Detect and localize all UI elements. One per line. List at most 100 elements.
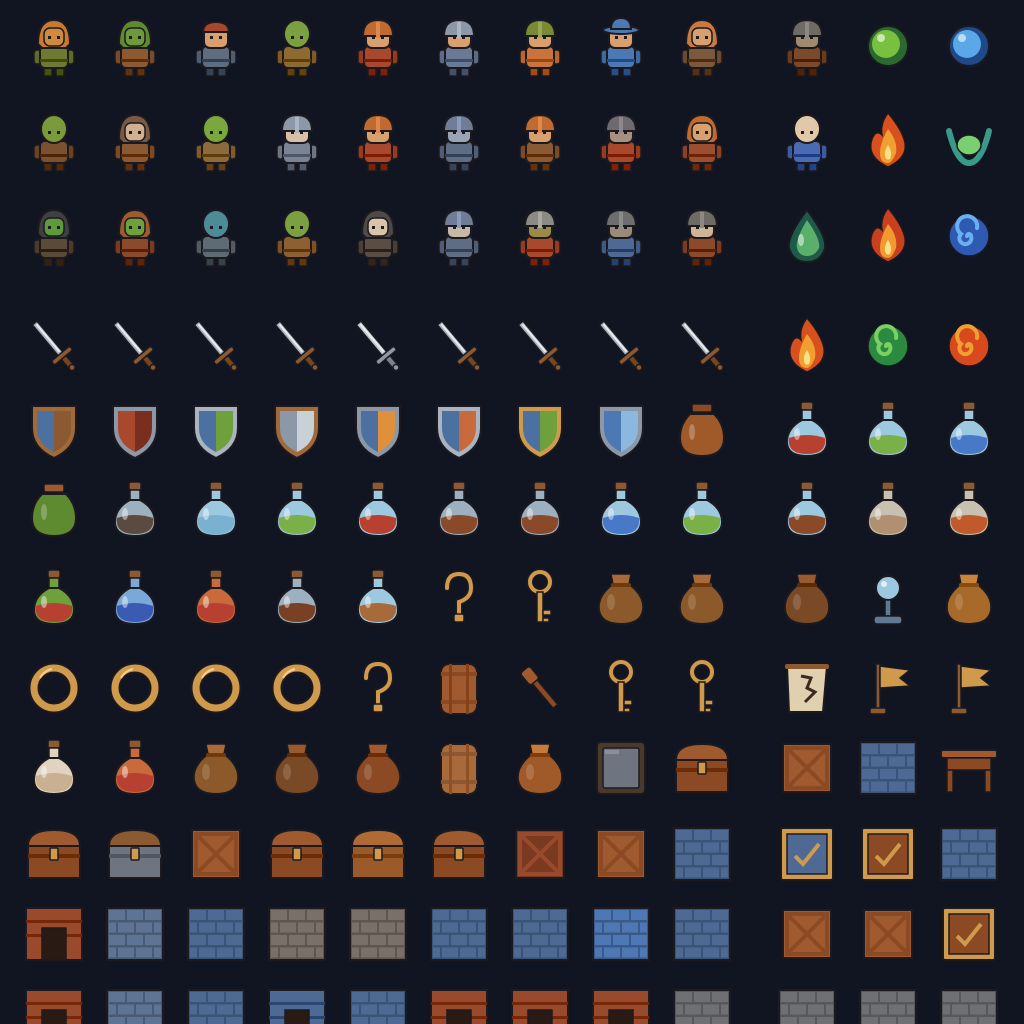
characters-row-2-hero-icon <box>346 109 410 173</box>
chests-row-bricks-icon <box>937 822 1001 886</box>
characters-row-1-hero-icon <box>508 14 572 78</box>
tiles-row-1-bricks-icon <box>427 902 491 966</box>
chests-row-chest-icon <box>427 822 491 886</box>
chests-row-bricks-icon <box>670 822 734 886</box>
tiles-row-2-bricks-icon <box>775 984 839 1024</box>
shields-row-flask-icon <box>856 398 920 462</box>
weapons-row-swirl-icon <box>937 314 1001 378</box>
characters-row-1-orb-icon <box>856 14 920 78</box>
potions-row-2-hook-icon <box>427 566 491 630</box>
potions-row-2-flask-icon <box>184 566 248 630</box>
tiles-row-1-bricks-icon <box>265 902 329 966</box>
characters-row-2-hero-icon <box>103 109 167 173</box>
tiles-row-1-bricks-icon <box>103 902 167 966</box>
potions-row-1-flask-icon <box>937 478 1001 542</box>
tiles-row-1-doorway-icon <box>22 902 86 966</box>
characters-row-2-hero-icon <box>22 109 86 173</box>
weapons-row-sword-icon <box>508 314 572 378</box>
chests-row-chest-icon <box>22 822 86 886</box>
potions-row-2-flask-icon <box>346 566 410 630</box>
chests-row-chest-icon <box>265 822 329 886</box>
weapons-row-sword-icon <box>103 314 167 378</box>
trinkets-row-barrel-icon <box>427 656 491 720</box>
characters-row-1-hero-icon <box>265 14 329 78</box>
chests-row-chest-icon <box>103 822 167 886</box>
potions-row-2-flask-icon <box>103 566 167 630</box>
weapons-row-sword-icon <box>184 314 248 378</box>
characters-row-2-wisp-icon <box>937 109 1001 173</box>
weapons-row-sword-icon <box>427 314 491 378</box>
sprite-sheet <box>0 0 1024 1024</box>
tiles-row-1-crate-icon <box>775 902 839 966</box>
shields-row-shield-icon <box>103 398 167 462</box>
weapons-row-sword-icon <box>670 314 734 378</box>
potions-row-2-flask-icon <box>265 566 329 630</box>
tiles-row-1-bricks-icon <box>184 902 248 966</box>
containers-row-crate-icon <box>775 736 839 800</box>
characters-row-3-hero-icon <box>670 204 734 268</box>
characters-row-3-hero-icon <box>22 204 86 268</box>
shields-row-shield-icon <box>22 398 86 462</box>
potions-row-2-sack-icon <box>670 566 734 630</box>
potions-row-2-sack-icon <box>937 566 1001 630</box>
characters-row-2-hero-icon <box>508 109 572 173</box>
tiles-row-1-crate-icon <box>856 902 920 966</box>
chests-row-chest-icon <box>346 822 410 886</box>
characters-row-1-orb-icon <box>937 14 1001 78</box>
trinkets-row-flag-icon <box>856 656 920 720</box>
tiles-row-2-doorway-icon <box>508 984 572 1024</box>
potions-row-1-flask-icon <box>427 478 491 542</box>
tiles-row-1-bricks-icon <box>589 902 653 966</box>
characters-row-2-hero-icon <box>589 109 653 173</box>
shields-row-shield-icon <box>184 398 248 462</box>
chests-row-crate-icon <box>589 822 653 886</box>
potions-row-2-sack-icon <box>589 566 653 630</box>
containers-row-frame-icon <box>589 736 653 800</box>
containers-row-bricks-icon <box>856 736 920 800</box>
characters-row-3-hero-icon <box>265 204 329 268</box>
weapons-row-sword-icon <box>346 314 410 378</box>
characters-row-2-hero-icon <box>775 109 839 173</box>
tiles-row-2-bricks-icon <box>670 984 734 1024</box>
tiles-row-2-doorway-icon <box>427 984 491 1024</box>
weapons-row-swirl-icon <box>856 314 920 378</box>
characters-row-1-hero-icon <box>103 14 167 78</box>
characters-row-1-hero-icon <box>184 14 248 78</box>
containers-row-barrel-icon <box>427 736 491 800</box>
weapons-row-flame-icon <box>775 314 839 378</box>
containers-row-table-icon <box>937 736 1001 800</box>
trinkets-row-hook-icon <box>346 656 410 720</box>
shields-row-shield-icon <box>346 398 410 462</box>
trinkets-row-flag-icon <box>937 656 1001 720</box>
potions-row-1-flask-icon <box>346 478 410 542</box>
potions-row-2-key-icon <box>508 566 572 630</box>
potions-row-2-flask-icon <box>22 566 86 630</box>
characters-row-1-hero-icon <box>775 14 839 78</box>
tiles-row-2-doorway-icon <box>265 984 329 1024</box>
characters-row-3-hero-icon <box>589 204 653 268</box>
tiles-row-2-doorway-icon <box>22 984 86 1024</box>
potions-row-1-flask-icon <box>589 478 653 542</box>
weapons-row-sword-icon <box>589 314 653 378</box>
chests-row-crate-icon <box>184 822 248 886</box>
characters-row-3-flame-icon <box>856 204 920 268</box>
containers-row-sack-icon <box>508 736 572 800</box>
trinkets-row-key-icon <box>670 656 734 720</box>
tiles-row-2-bricks-icon <box>184 984 248 1024</box>
characters-row-3-hero-icon <box>508 204 572 268</box>
shields-row-shield-icon <box>427 398 491 462</box>
trinkets-row-ring-icon <box>103 656 167 720</box>
shields-row-shield-icon <box>589 398 653 462</box>
characters-row-1-hero-icon <box>427 14 491 78</box>
tiles-row-2-doorway-icon <box>589 984 653 1024</box>
weapons-row-sword-icon <box>265 314 329 378</box>
tiles-row-1-bricks-icon <box>670 902 734 966</box>
potions-row-1-flask-icon <box>265 478 329 542</box>
tiles-row-2-bricks-icon <box>103 984 167 1024</box>
potions-row-2-sack-icon <box>775 566 839 630</box>
potions-row-1-flask-icon <box>103 478 167 542</box>
weapons-row-sword-icon <box>22 314 86 378</box>
characters-row-1-hero-icon <box>346 14 410 78</box>
potions-row-1-flask-icon <box>184 478 248 542</box>
containers-row-sack-icon <box>184 736 248 800</box>
